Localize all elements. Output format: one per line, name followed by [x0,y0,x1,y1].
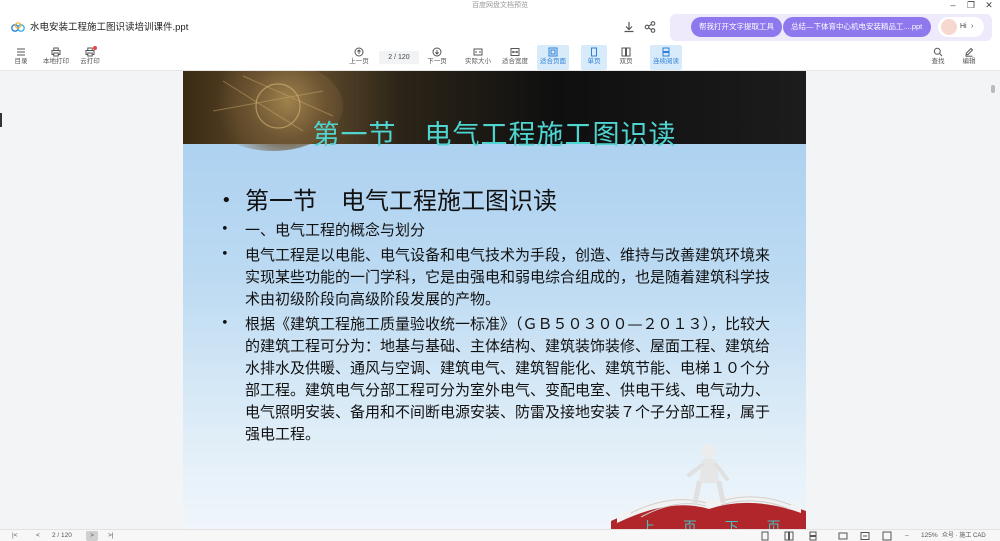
arrow-down-circle-icon [432,47,442,57]
bullet-dot: • [221,190,232,211]
continuous-read-icon [662,47,670,57]
find-label: 查找 [931,58,945,65]
arrow-up-circle-icon [354,47,364,57]
window-title: 百度网盘文档预览 [472,2,528,9]
close-icon[interactable]: ✕ [984,0,994,11]
actual-size-label: 实际大小 [465,58,491,65]
bullet-text: 第一节 电气工程施工图识读 [245,187,557,215]
slide-bullets: • 第一节 电气工程施工图识读 • 一、电气工程的概念与划分 • 电气工程是以电… [219,183,779,445]
slide-header-title: 第一节 电气工程施工图识读 [312,120,677,151]
search-icon [933,47,943,57]
double-page-view-icon[interactable] [784,531,794,541]
minimize-icon[interactable]: – [948,0,958,11]
fit-page-label: 适合页面 [540,58,566,65]
zoom-out-icon[interactable]: – [905,531,909,541]
find-button[interactable]: 查找 [923,45,953,70]
continuous-read-button[interactable]: 连续阅读 [650,45,682,70]
single-page-label: 单页 [587,58,601,65]
fit-page-icon [548,47,558,57]
window-title-bar: 百度网盘文档预览 [0,0,1000,11]
document-viewer[interactable]: 第一节 电气工程施工图识读 • 第一节 电气工程施工图识读 • 一、电气工程的概… [0,71,1000,529]
slide-page: 第一节 电气工程施工图识读 • 第一节 电气工程施工图识读 • 一、电气工程的概… [183,71,806,529]
single-page-button[interactable]: 单页 [581,45,607,70]
bullet-item: • 电气工程是以电能、电气设备和电气技术为手段，创造、维持与改善建筑环境来实现某… [219,244,779,310]
next-page-icon[interactable]: > [86,531,98,541]
bottom-status-bar: |< < 2 / 120 > >| – 125% 众号 · 施工 CAD [0,529,1000,541]
greeting-text: Hi [960,23,967,30]
prev-page-label: 上一页 [349,58,369,65]
continuous-view-icon[interactable] [808,531,818,541]
local-print-label: 本地打印 [43,58,69,65]
app-root: 百度网盘文档预览 – ❐ ✕ 水电安装工程施工图识读培训课件.ppt 帮我打开文… [0,0,1000,541]
download-icon[interactable] [622,20,636,34]
first-page-icon[interactable]: |< [12,531,17,541]
chevron-right-icon: › [971,23,974,30]
pencil-icon [965,47,974,57]
baidu-netdisk-logo-icon [11,22,25,32]
assistant-avatar [941,19,957,35]
fit-width-icon [510,48,520,56]
bullet-dot: • [221,247,229,262]
notification-dot [93,46,97,50]
file-name: 水电安装工程施工图识读培训课件.ppt [30,22,189,33]
cloud-print-button[interactable]: 云打印 [74,45,106,70]
ai-suggestion-extract-text[interactable]: 帮我打开文字提取工具 [691,17,782,37]
bullet-item: • 根据《建筑工程施工质量验收统一标准》（ＧＢ５０３００—２０１３），比较大的建… [219,313,779,445]
restore-icon[interactable]: ❐ [966,0,976,11]
bullet-item: • 第一节 电气工程施工图识读 [219,183,779,219]
scrollbar-thumb[interactable] [991,85,995,93]
toc-label: 目录 [14,58,28,65]
double-page-icon [621,47,631,57]
vertical-scrollbar[interactable] [990,71,998,529]
bullet-dot: • [221,222,229,237]
double-page-button[interactable]: 双页 [613,45,639,70]
bottom-page-indicator[interactable]: 2 / 120 [52,531,72,541]
toolbar: 目录 本地打印 云打印 上一页 2 / 120 下一页 实际大小 适合宽度 适合… [0,44,1000,71]
edit-label: 编辑 [962,58,976,65]
actual-size-icon [473,48,483,56]
prev-page-button[interactable]: 上一页 [343,45,375,70]
prev-page-icon[interactable]: < [36,531,40,541]
next-page-label: 下一页 [427,58,447,65]
actual-size-button[interactable]: 实际大小 [462,45,494,70]
wechat-watermark: 众号 · 施工 CAD [942,533,986,539]
share-icon[interactable] [643,20,657,34]
fit-width-view-icon[interactable] [860,531,870,541]
edit-button[interactable]: 编辑 [954,45,984,70]
bullet-dot: • [221,316,229,331]
double-page-label: 双页 [619,58,633,65]
bullet-text: 一、电气工程的概念与划分 [245,221,426,239]
text-cursor [0,113,2,127]
fit-width-button[interactable]: 适合宽度 [499,45,531,70]
zoom-level[interactable]: 125% [921,531,938,541]
continuous-read-label: 连续阅读 [653,58,679,65]
slide-nav-watermark: 上 页 下 页 返回 [641,519,806,529]
list-icon [17,48,25,56]
bullet-text: 电气工程是以电能、电气设备和电气技术为手段，创造、维持与改善建筑环境来实现某些功… [245,246,771,308]
fit-width-label: 适合宽度 [502,58,528,65]
last-page-icon[interactable]: >| [108,531,113,541]
page-indicator-input[interactable]: 2 / 120 [379,51,419,64]
bullet-item: • 一、电气工程的概念与划分 [219,219,779,241]
fit-page-button[interactable]: 适合页面 [537,45,569,70]
window-controls: – ❐ ✕ [948,0,994,11]
local-print-button[interactable]: 本地打印 [40,45,72,70]
next-page-button[interactable]: 下一页 [421,45,453,70]
printer-icon [51,47,61,57]
single-page-view-icon[interactable] [760,531,770,541]
cloud-print-label: 云打印 [80,58,100,65]
bullet-text: 根据《建筑工程施工质量验收统一标准》（ＧＢ５０３００—２０１３），比较大的建筑工… [245,315,771,443]
file-bar: 水电安装工程施工图识读培训课件.ppt 帮我打开文字提取工具 总结—下体育中心机… [0,11,1000,44]
ai-assistant-greeting[interactable]: Hi › [938,17,984,37]
actual-size-view-icon[interactable] [838,531,848,541]
ai-suggestion-summarize[interactable]: 总结—下体育中心机电安装精品工....ppt [783,17,931,37]
single-page-icon [591,47,597,57]
fit-page-view-icon[interactable] [882,531,892,541]
toc-button[interactable]: 目录 [5,45,37,70]
